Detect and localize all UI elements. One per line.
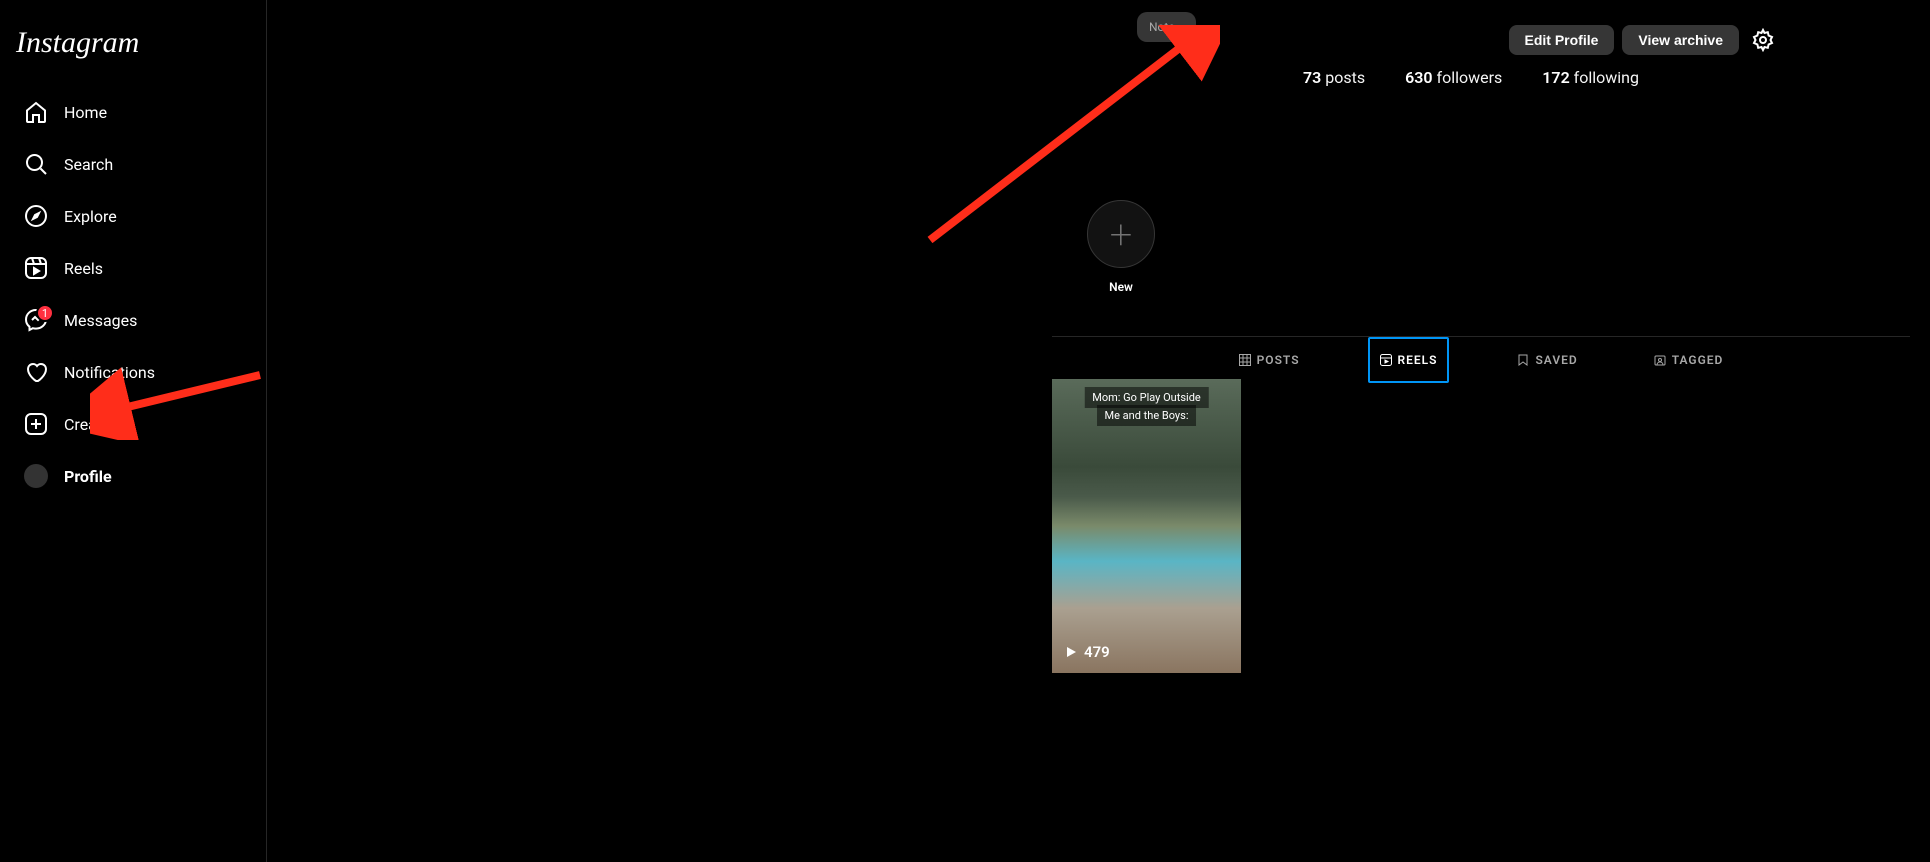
reels-tab-icon	[1380, 354, 1392, 366]
following-label: following	[1574, 68, 1639, 87]
sidebar: Instagram Home Search Explore Reels 1 Me…	[0, 0, 267, 862]
note-bubble[interactable]: Note...	[1137, 12, 1196, 42]
nav-create[interactable]: Create	[12, 400, 254, 448]
nav-notifications[interactable]: Notifications	[12, 348, 254, 396]
tab-reels[interactable]: REELS	[1368, 337, 1450, 383]
compass-icon	[24, 204, 48, 228]
gear-icon[interactable]	[1751, 28, 1775, 52]
nav-label: Explore	[64, 207, 117, 226]
posts-label: posts	[1325, 68, 1365, 87]
nav-label: Notifications	[64, 363, 155, 382]
posts-count: 73	[1303, 68, 1321, 87]
tab-saved[interactable]: SAVED	[1509, 336, 1585, 383]
tab-label: TAGGED	[1672, 353, 1724, 367]
search-icon	[24, 152, 48, 176]
highlight-label: New	[1109, 280, 1133, 294]
messages-badge: 1	[36, 304, 54, 322]
nav-label: Create	[64, 415, 111, 434]
view-archive-button[interactable]: View archive	[1622, 25, 1739, 55]
stat-following[interactable]: 172 following	[1542, 68, 1639, 87]
nav-label: Reels	[64, 259, 103, 278]
play-icon	[1064, 645, 1078, 659]
views-count: 479	[1084, 643, 1110, 661]
nav-home[interactable]: Home	[12, 88, 254, 136]
plus-square-icon	[24, 412, 48, 436]
following-count: 172	[1542, 68, 1569, 87]
reel-views: 479	[1064, 643, 1110, 661]
stat-followers[interactable]: 630 followers	[1405, 68, 1502, 87]
tagged-icon	[1654, 354, 1666, 366]
nav-reels[interactable]: Reels	[12, 244, 254, 292]
main-content: Note... Edit Profile View archive 73 pos…	[267, 0, 1930, 862]
reels-icon	[24, 256, 48, 280]
nav-search[interactable]: Search	[12, 140, 254, 188]
nav-label: Search	[64, 155, 113, 174]
tab-tagged[interactable]: TAGGED	[1646, 336, 1732, 383]
instagram-logo[interactable]: Instagram	[12, 8, 254, 84]
heart-icon	[24, 360, 48, 384]
profile-avatar-icon	[24, 464, 48, 488]
bookmark-icon	[1517, 354, 1529, 366]
tab-label: POSTS	[1257, 353, 1300, 367]
plus-icon: +	[1110, 211, 1133, 258]
home-icon	[24, 100, 48, 124]
edit-profile-button[interactable]: Edit Profile	[1509, 25, 1615, 55]
reels-grid: Mom: Go Play Outside Me and the Boys: 47…	[1052, 379, 1241, 673]
nav-label: Profile	[64, 467, 112, 486]
tab-label: REELS	[1398, 353, 1438, 367]
nav-messages[interactable]: 1 Messages	[12, 296, 254, 344]
nav-profile[interactable]: Profile	[12, 452, 254, 500]
reel-caption-2: Me and the Boys:	[1097, 405, 1197, 426]
grid-icon	[1239, 354, 1251, 366]
nav-label: Messages	[64, 311, 137, 330]
nav-explore[interactable]: Explore	[12, 192, 254, 240]
messenger-icon: 1	[24, 308, 48, 332]
profile-stats: 73 posts 630 followers 172 following	[1303, 68, 1639, 87]
new-highlight-button[interactable]: +	[1087, 200, 1155, 268]
profile-actions: Edit Profile View archive	[1509, 25, 1775, 55]
story-highlights: + New	[1087, 200, 1155, 294]
followers-label: followers	[1437, 68, 1503, 87]
profile-tabs: POSTS REELS SAVED TAGGED	[1052, 336, 1910, 383]
reel-item[interactable]: Mom: Go Play Outside Me and the Boys: 47…	[1052, 379, 1241, 673]
tab-posts[interactable]: POSTS	[1231, 336, 1308, 383]
stat-posts: 73 posts	[1303, 68, 1365, 87]
tab-label: SAVED	[1535, 353, 1577, 367]
nav-label: Home	[64, 103, 107, 122]
followers-count: 630	[1405, 68, 1432, 87]
